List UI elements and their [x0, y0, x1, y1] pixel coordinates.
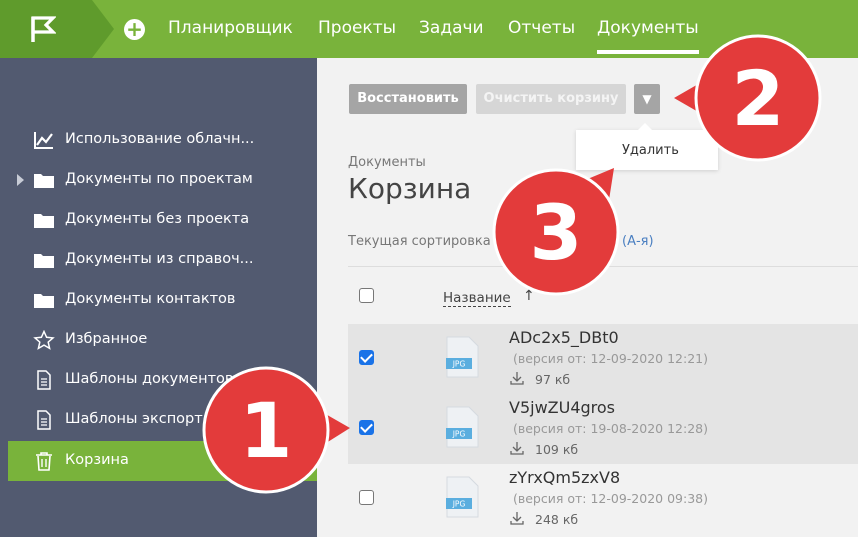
expand-triangle-icon[interactable]	[17, 174, 24, 186]
sidebar-item-label: Использование облачн...	[65, 131, 255, 147]
file-name[interactable]: ADc2x5_DBt0	[509, 328, 619, 347]
flag-logo-icon	[31, 16, 56, 42]
sidebar-item-cloud-usage[interactable]: Использование облачн...	[0, 120, 317, 160]
nav-documents[interactable]: Документы	[597, 18, 699, 38]
file-name[interactable]: V5jwZU4gros	[509, 398, 615, 417]
sidebar-item-no-project-docs[interactable]: Документы без проекта	[0, 200, 317, 240]
sort-label: Текущая сортировка	[348, 234, 491, 249]
active-tab-indicator	[597, 50, 699, 54]
delete-menu-item[interactable]: Удалить	[622, 143, 679, 158]
folder-icon	[34, 254, 54, 268]
sidebar-item-label: Документы без проекта	[65, 211, 250, 227]
nav-tasks[interactable]: Задачи	[419, 18, 484, 38]
document-icon	[37, 410, 51, 430]
sidebar-item-project-docs[interactable]: Документы по проектам	[0, 160, 317, 200]
sidebar-item-doc-templates[interactable]: Шаблоны документов	[0, 360, 317, 400]
jpg-file-icon: JPG	[446, 336, 479, 378]
sidebar-item-label: Шаблоны экспорта	[65, 411, 212, 427]
breadcrumb[interactable]: Документы	[348, 155, 426, 170]
sidebar-item-reference-docs[interactable]: Документы из справоч...	[0, 240, 317, 280]
row-checkbox[interactable]	[359, 420, 374, 435]
sidebar-item-label: Избранное	[65, 331, 148, 347]
table-row[interactable]: JPG zYrxQm5zxV8 (версия от: 12-09-2020 0…	[348, 464, 858, 534]
download-icon[interactable]	[509, 370, 525, 386]
select-all-checkbox[interactable]	[359, 288, 374, 303]
sidebar-item-favorites[interactable]: Избранное	[0, 320, 317, 360]
column-header-name[interactable]: Название	[443, 290, 511, 307]
clear-trash-button[interactable]: Очистить корзину	[476, 84, 626, 114]
jpg-file-icon: JPG	[446, 476, 479, 518]
sidebar-item-contact-docs[interactable]: Документы контактов	[0, 280, 317, 320]
sort-ascending-icon: ↑	[523, 288, 535, 304]
actions-dropdown-button[interactable]: ▼	[634, 84, 660, 114]
chart-line-icon	[34, 132, 53, 149]
file-version: (версия от: 19-08-2020 12:28)	[513, 421, 708, 436]
sidebar-item-trash[interactable]: Корзина	[8, 441, 317, 481]
file-size: 97 кб	[535, 372, 571, 387]
sidebar-item-label: Документы по проектам	[65, 171, 253, 187]
trash-icon	[36, 452, 52, 471]
file-version: (версия от: 12-09-2020 09:38)	[513, 491, 708, 506]
sort-value-link[interactable]: (А-я)	[622, 234, 654, 249]
nav-reports[interactable]: Отчеты	[508, 18, 575, 38]
divider	[348, 266, 858, 267]
nav-projects[interactable]: Проекты	[318, 18, 396, 38]
svg-text:JPG: JPG	[452, 360, 466, 369]
svg-text:JPG: JPG	[452, 500, 466, 509]
sidebar-item-label: Корзина	[65, 452, 129, 468]
row-checkbox[interactable]	[359, 350, 374, 365]
row-checkbox[interactable]	[359, 490, 374, 505]
restore-button[interactable]: Восстановить	[349, 84, 467, 114]
file-version: (версия от: 12-09-2020 12:21)	[513, 351, 708, 366]
star-icon	[33, 330, 55, 350]
svg-text:JPG: JPG	[452, 430, 466, 439]
download-icon[interactable]	[509, 440, 525, 456]
sidebar-item-label: Шаблоны документов	[65, 371, 234, 387]
add-button[interactable]: +	[124, 19, 145, 40]
folder-icon	[34, 294, 54, 308]
sidebar: Использование облачн... Документы по про…	[0, 58, 317, 537]
document-icon	[37, 370, 51, 390]
logo-area[interactable]	[0, 0, 92, 58]
folder-icon	[34, 214, 54, 228]
actions-dropdown-menu: Удалить	[576, 123, 718, 170]
logo-arrow-decoration	[92, 0, 114, 58]
nav-planner[interactable]: Планировщик	[168, 18, 293, 38]
file-size: 248 кб	[535, 512, 579, 527]
top-navigation-bar: + Планировщик Проекты Задачи Отчеты Доку…	[0, 0, 858, 58]
folder-icon	[34, 174, 54, 188]
file-size: 109 кб	[535, 442, 579, 457]
sidebar-item-export-templates[interactable]: Шаблоны экспорта	[0, 400, 317, 440]
sidebar-item-label: Документы из справоч...	[65, 251, 254, 267]
file-name[interactable]: zYrxQm5zxV8	[509, 468, 620, 487]
page-title: Корзина	[348, 172, 472, 205]
table-row[interactable]: JPG ADc2x5_DBt0 (версия от: 12-09-2020 1…	[348, 324, 858, 394]
sidebar-item-label: Документы контактов	[65, 291, 236, 307]
jpg-file-icon: JPG	[446, 406, 479, 448]
table-row[interactable]: JPG V5jwZU4gros (версия от: 19-08-2020 1…	[348, 394, 858, 464]
download-icon[interactable]	[509, 510, 525, 526]
